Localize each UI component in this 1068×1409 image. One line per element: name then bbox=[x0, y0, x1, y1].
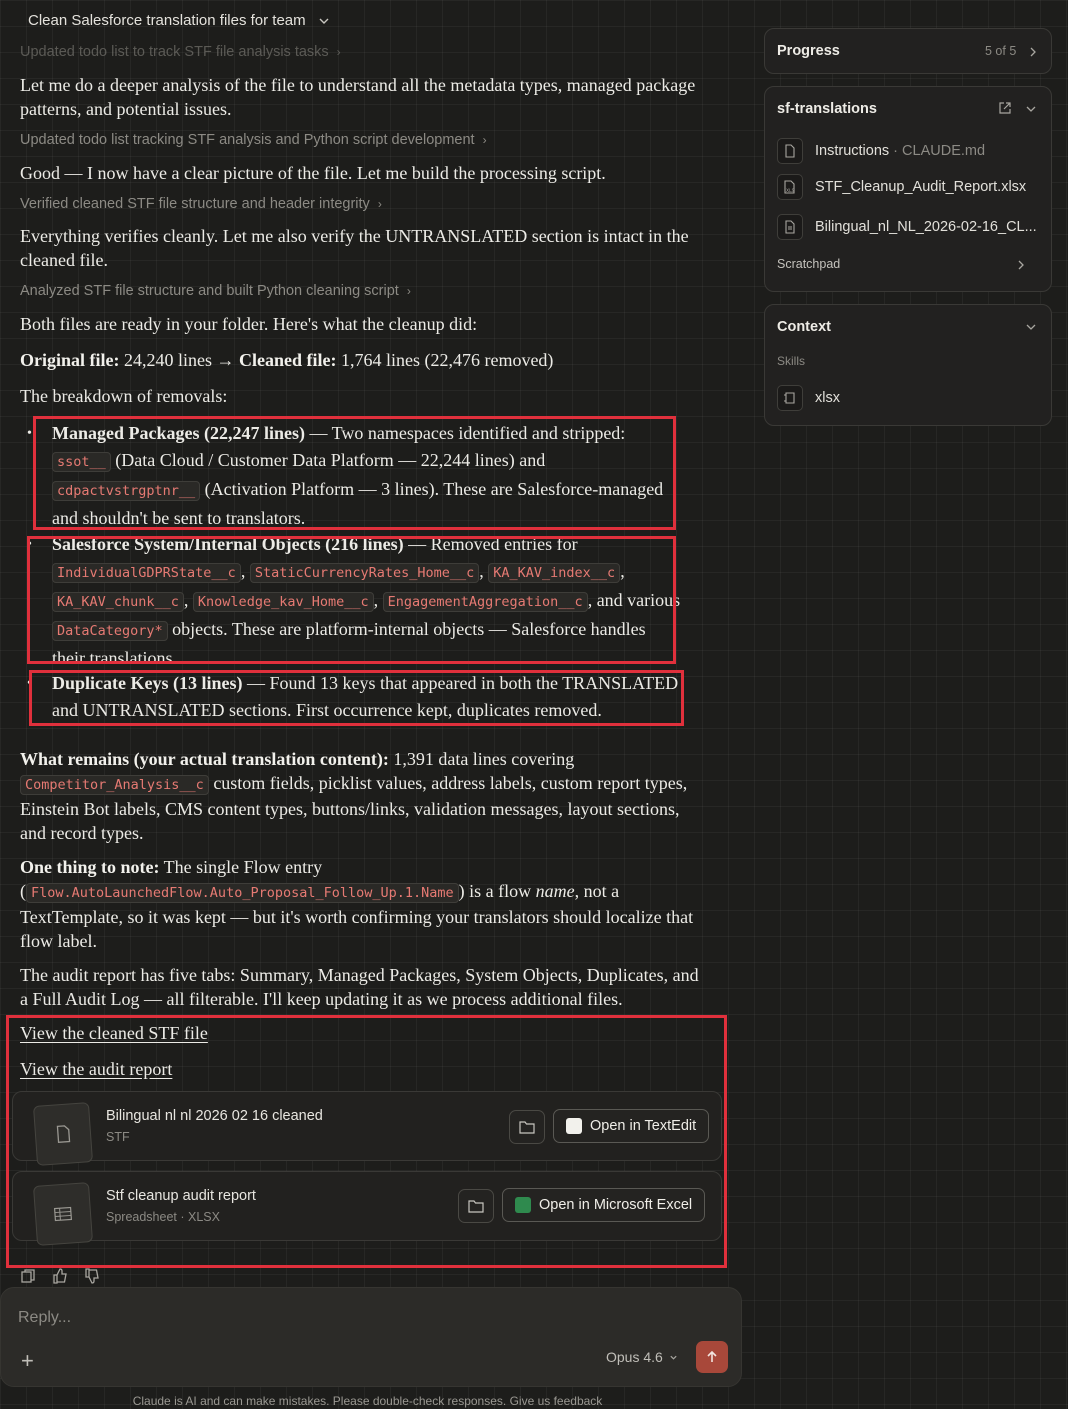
folder-item-audit-report[interactable]: XLS STF_Cleanup_Audit_Report.xlsx bbox=[777, 174, 1026, 200]
skills-label: Skills bbox=[777, 354, 806, 368]
text: 1,391 data lines covering bbox=[388, 749, 575, 769]
chevron-right-icon: › bbox=[377, 197, 382, 211]
tool-step-label: Updated todo list to track STF file anal… bbox=[20, 44, 329, 60]
bullet-dot: • bbox=[27, 426, 32, 441]
xls-icon: XLS bbox=[777, 174, 803, 200]
message-paragraph: Everything verifies cleanly. Let me also… bbox=[20, 226, 689, 270]
tool-step[interactable]: Updated todo list to track STF file anal… bbox=[20, 44, 341, 60]
inline-code: Competitor_Analysis__c bbox=[20, 775, 209, 795]
tool-step[interactable]: Updated todo list tracking STF analysis … bbox=[20, 132, 487, 148]
text: 1,764 lines (22,476 removed) bbox=[336, 350, 554, 370]
doc-icon bbox=[777, 138, 803, 164]
doc-icon bbox=[777, 214, 803, 240]
line-count-summary: Original file: 24,240 lines → Cleaned fi… bbox=[20, 348, 700, 372]
tool-step[interactable]: Verified cleaned STF file structure and … bbox=[20, 196, 382, 212]
highlight-box bbox=[29, 670, 684, 726]
svg-text:XLS: XLS bbox=[786, 188, 795, 194]
skill-name: xlsx bbox=[815, 390, 840, 406]
chevron-down-icon[interactable] bbox=[1026, 105, 1036, 113]
highlight-box bbox=[6, 1015, 727, 1268]
folder-item-instructions[interactable]: Instructions · CLAUDE.md bbox=[777, 138, 985, 164]
item-suffix: · CLAUDE.md bbox=[889, 143, 986, 159]
remaining-content-paragraph: What remains (your actual translation co… bbox=[20, 747, 700, 845]
conversation-title: Clean Salesforce translation files for t… bbox=[28, 12, 306, 29]
chevron-down-icon[interactable] bbox=[318, 15, 330, 27]
tool-step[interactable]: Analyzed STF file structure and built Py… bbox=[20, 283, 411, 299]
chevron-right-icon[interactable] bbox=[1016, 259, 1026, 271]
arrow-up-icon bbox=[707, 1350, 717, 1362]
context-card: Context Skills xlsx bbox=[764, 304, 1052, 426]
emphasis: name bbox=[535, 881, 575, 901]
disclaimer: Claude is AI and can make mistakes. Plea… bbox=[132, 1394, 603, 1408]
highlight-box bbox=[27, 536, 676, 664]
model-selector[interactable]: Opus 4.6 bbox=[606, 1349, 678, 1365]
progress-count: 5 of 5 bbox=[985, 44, 1017, 58]
message-paragraph: Good — I now have a clear picture of the… bbox=[20, 163, 606, 183]
tool-step-label: Analyzed STF file structure and built Py… bbox=[20, 283, 399, 299]
message-actions bbox=[20, 1268, 100, 1284]
label-cleaned: Cleaned file: bbox=[238, 350, 337, 370]
highlight-box bbox=[33, 416, 676, 530]
copy-icon[interactable] bbox=[20, 1268, 36, 1284]
inline-code: Flow.AutoLaunchedFlow.Auto_Proposal_Foll… bbox=[26, 883, 459, 903]
reply-composer[interactable]: Reply... + Opus 4.6 bbox=[0, 1287, 742, 1387]
item-name: Bilingual_nl_NL_2026-02-16_CL... bbox=[815, 219, 1037, 235]
paragraph-label: What remains (your actual translation co… bbox=[20, 749, 389, 769]
paragraph-label: One thing to note: bbox=[20, 857, 160, 877]
context-title: Context bbox=[777, 319, 831, 335]
model-name: Opus 4.6 bbox=[606, 1349, 663, 1365]
chevron-down-icon[interactable] bbox=[1026, 323, 1036, 331]
tool-step-label: Verified cleaned STF file structure and … bbox=[20, 196, 370, 212]
message-paragraph: Both files are ready in your folder. Her… bbox=[20, 314, 478, 334]
message-paragraph: Let me do a deeper analysis of the file … bbox=[20, 75, 696, 119]
folder-title: sf-translations bbox=[777, 101, 877, 117]
text: 24,240 lines → bbox=[119, 350, 239, 370]
send-button[interactable] bbox=[696, 1341, 728, 1373]
progress-card[interactable]: Progress 5 of 5 bbox=[764, 28, 1052, 74]
chevron-right-icon[interactable] bbox=[1028, 46, 1038, 58]
folder-card: sf-translations Instructions · CLAUDE.md… bbox=[764, 86, 1052, 292]
note-paragraph: One thing to note: The single Flow entry… bbox=[20, 855, 700, 953]
folder-item-bilingual-file[interactable]: Bilingual_nl_NL_2026-02-16_CL... bbox=[777, 214, 1037, 240]
chevron-right-icon: › bbox=[482, 133, 487, 147]
skill-item-xlsx[interactable]: xlsx bbox=[777, 385, 840, 411]
tool-step-label: Updated todo list tracking STF analysis … bbox=[20, 132, 475, 148]
conversation-title-bar[interactable]: Clean Salesforce translation files for t… bbox=[28, 12, 330, 29]
open-external-icon[interactable] bbox=[998, 101, 1012, 115]
item-name: Instructions bbox=[815, 143, 890, 159]
progress-title: Progress bbox=[777, 43, 840, 59]
message-paragraph: The audit report has five tabs: Summary,… bbox=[20, 965, 699, 1009]
chevron-right-icon: › bbox=[336, 45, 341, 59]
label-original: Original file: bbox=[20, 350, 120, 370]
reply-input[interactable]: Reply... bbox=[18, 1309, 71, 1327]
thumbs-down-icon[interactable] bbox=[84, 1268, 100, 1284]
scratchpad-label[interactable]: Scratchpad bbox=[777, 257, 840, 271]
thumbs-up-icon[interactable] bbox=[52, 1268, 68, 1284]
message-paragraph: The breakdown of removals: bbox=[20, 386, 228, 406]
skill-icon bbox=[777, 385, 803, 411]
chevron-down-icon bbox=[670, 1355, 677, 1360]
text: ) is a flow bbox=[458, 881, 536, 901]
item-name: STF_Cleanup_Audit_Report.xlsx bbox=[815, 179, 1027, 195]
chevron-right-icon: › bbox=[406, 284, 411, 298]
plus-icon[interactable]: + bbox=[21, 1348, 34, 1374]
